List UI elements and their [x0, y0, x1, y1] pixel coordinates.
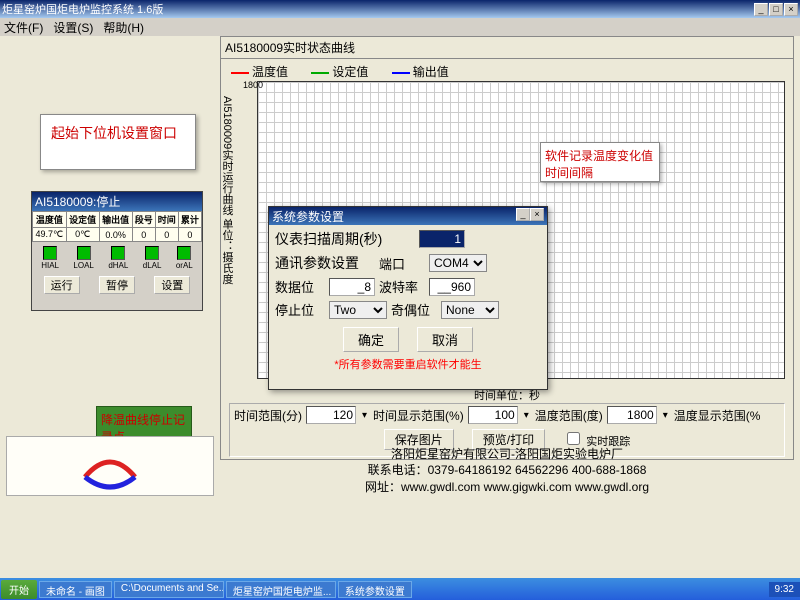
company-phone: 联系电话：0379-64186192 64562296 400-688-1868	[220, 462, 794, 479]
chart-vertical-label: AI5180009实时运行曲线 单位：摄氏度	[219, 96, 235, 284]
th-out: 输出值	[99, 212, 132, 228]
menu-help[interactable]: 帮助(H)	[103, 19, 144, 36]
spinner-icon[interactable]: ▾	[661, 410, 670, 421]
logo-area	[6, 436, 214, 496]
y-axis-top-tick: 1800	[243, 81, 263, 90]
led-oral: orAL	[176, 246, 193, 270]
maximize-button[interactable]: □	[769, 3, 783, 16]
time-pct-input[interactable]: 100	[468, 406, 518, 424]
spinner-icon[interactable]: ▾	[360, 410, 369, 421]
stopbits-label: 停止位	[275, 300, 325, 319]
taskbar-item-paint[interactable]: 未命名 - 画图	[39, 581, 112, 598]
led-loal: LOAL	[73, 246, 93, 270]
taskbar-item-app[interactable]: 炬星窑炉国炬电炉监...	[226, 581, 336, 598]
monitor-title: AI5180009:停止	[32, 192, 202, 211]
settings-button[interactable]: 设置	[154, 276, 190, 294]
chart-title: AI5180009实时状态曲线	[221, 37, 793, 59]
led-dhal: dHAL	[108, 246, 128, 270]
scan-period-input[interactable]: 1	[419, 230, 465, 248]
led-hial: HIAL	[41, 246, 59, 270]
menu-file[interactable]: 文件(F)	[4, 19, 43, 36]
time-range-input[interactable]: 120	[306, 406, 356, 424]
baud-label: 波特率	[379, 277, 425, 296]
time-pct-label: 时间显示范围(%)	[373, 407, 464, 424]
tray-clock: 9:32	[769, 582, 800, 597]
callout-record-interval: 软件记录温度变化值时间间隔	[540, 142, 660, 182]
td-out: 0.0%	[99, 228, 132, 242]
td-seg: 0	[132, 228, 155, 242]
scan-period-label: 仪表扫描周期(秒)	[275, 229, 415, 249]
td-sum: 0	[178, 228, 201, 242]
stopbits-select[interactable]: Two	[329, 301, 387, 319]
th-time: 时间	[155, 212, 178, 228]
pause-button[interactable]: 暂停	[99, 276, 135, 294]
callout-initial-window: 起始下位机设置窗口	[40, 114, 196, 170]
run-button[interactable]: 运行	[44, 276, 80, 294]
th-set: 设定值	[66, 212, 99, 228]
parity-label: 奇偶位	[391, 300, 437, 319]
databits-label: 数据位	[275, 277, 325, 296]
port-select[interactable]: COM4	[429, 254, 487, 272]
led-dlal: dLAL	[143, 246, 162, 270]
legend-out: 输出值	[392, 65, 449, 79]
temp-range-label: 温度范围(度)	[535, 407, 603, 424]
minimize-button[interactable]: _	[754, 3, 768, 16]
param-dialog: 系统参数设置 _ × 仪表扫描周期(秒) 1 通讯参数设置 端口 COM4 数据…	[268, 206, 548, 390]
dialog-minimize-button[interactable]: _	[516, 208, 530, 221]
footer-info: 洛阳炬星窑炉有限公司-洛阳国炬实验电炉厂 联系电话：0379-64186192 …	[220, 446, 794, 496]
close-button[interactable]: ×	[784, 3, 798, 16]
databits-input[interactable]: _8	[329, 278, 375, 296]
taskbar-item-dialog[interactable]: 系统参数设置	[338, 581, 412, 598]
temp-range-input[interactable]: 1800	[607, 406, 657, 424]
ok-button[interactable]: 确定	[343, 327, 399, 352]
legend-temp: 温度值	[231, 65, 288, 79]
th-sum: 累计	[178, 212, 201, 228]
legend-set: 设定值	[311, 65, 368, 79]
app-title: 炬星窑炉国炬电炉监控系统 1.6版	[2, 1, 754, 17]
temp-pct-label: 温度显示范围(%	[674, 407, 761, 424]
monitor-table: 温度值 设定值 输出值 段号 时间 累计 49.7℃ 0℃ 0.0% 0 0 0	[32, 211, 202, 242]
taskbar-item-explorer[interactable]: C:\Documents and Se...	[114, 581, 224, 598]
monitor-panel: AI5180009:停止 温度值 设定值 输出值 段号 时间 累计 49.7℃ …	[31, 191, 203, 311]
dialog-title: 系统参数设置	[272, 208, 516, 224]
baud-input[interactable]: __960	[429, 278, 475, 296]
dialog-warning: *所有参数需要重启软件才能生	[275, 356, 541, 372]
comm-settings-label: 通讯参数设置	[275, 253, 375, 273]
td-set: 0℃	[66, 228, 99, 242]
parity-select[interactable]: None	[441, 301, 499, 319]
cancel-button[interactable]: 取消	[417, 327, 473, 352]
port-label: 端口	[379, 254, 425, 273]
taskbar: 开始 未命名 - 画图 C:\Documents and Se... 炬星窑炉国…	[0, 578, 800, 600]
company-name: 洛阳炬星窑炉有限公司-洛阳国炬实验电炉厂	[220, 446, 794, 463]
menu-settings[interactable]: 设置(S)	[53, 19, 93, 36]
spinner-icon[interactable]: ▾	[522, 410, 531, 421]
time-range-label: 时间范围(分)	[234, 407, 302, 424]
td-time: 0	[155, 228, 178, 242]
dialog-close-button[interactable]: ×	[530, 208, 544, 221]
company-url: 网址：www.gwdl.com www.gigwki.com www.gwdl.…	[220, 479, 794, 496]
td-temp: 49.7℃	[33, 228, 67, 242]
start-button[interactable]: 开始	[1, 580, 37, 599]
th-seg: 段号	[132, 212, 155, 228]
company-logo-icon	[75, 442, 145, 492]
th-temp: 温度值	[33, 212, 67, 228]
